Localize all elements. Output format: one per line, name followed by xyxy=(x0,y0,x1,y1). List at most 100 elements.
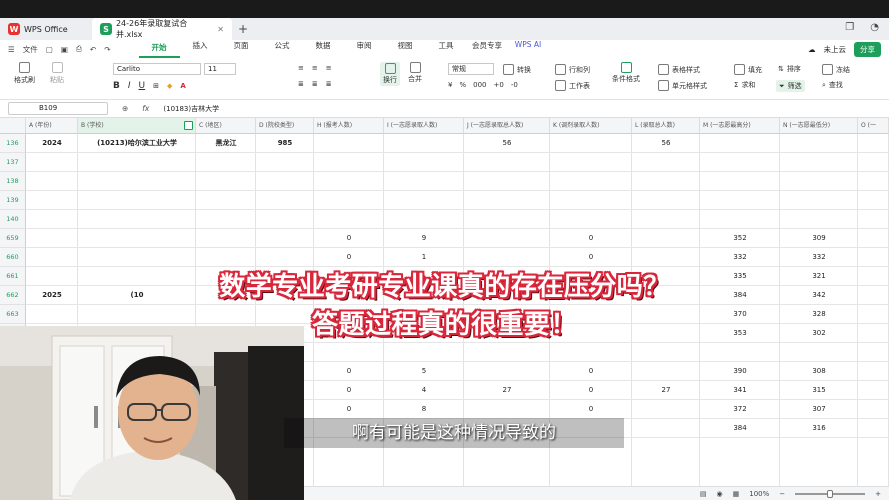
menu-file[interactable]: 文件 xyxy=(23,44,38,55)
table-cell[interactable]: 316 xyxy=(780,419,858,438)
print-icon[interactable]: ⎙ xyxy=(76,44,82,54)
zoom-icon[interactable]: ⊕ xyxy=(122,104,128,113)
table-cell[interactable] xyxy=(550,191,632,210)
table-cell[interactable] xyxy=(632,400,700,419)
table-cell[interactable]: 352 xyxy=(700,229,780,248)
table-cell[interactable] xyxy=(464,362,550,381)
open-icon[interactable]: ▢ xyxy=(46,45,53,54)
table-cell[interactable] xyxy=(314,210,384,229)
table-cell[interactable] xyxy=(464,248,550,267)
fill-color-icon[interactable]: ◆ xyxy=(167,82,172,90)
table-cell[interactable] xyxy=(78,172,196,191)
table-cell[interactable]: 332 xyxy=(780,248,858,267)
name-box[interactable]: B109 xyxy=(8,102,108,115)
table-cell[interactable]: 0 xyxy=(314,229,384,248)
table-cell[interactable] xyxy=(196,153,256,172)
column-header[interactable]: I (一志愿录取人数) xyxy=(384,118,464,134)
font-color-icon[interactable]: A xyxy=(180,82,185,90)
table-cell[interactable] xyxy=(780,134,858,153)
row-header[interactable]: 137 xyxy=(0,153,26,172)
table-cell[interactable] xyxy=(26,248,78,267)
table-cell[interactable]: 0 xyxy=(314,362,384,381)
table-cell[interactable]: 985 xyxy=(256,134,314,153)
table-cell[interactable]: 0 xyxy=(550,362,632,381)
column-header[interactable]: N (一志愿最低分) xyxy=(780,118,858,134)
filter-button[interactable]: ⏷ 筛选 xyxy=(776,80,805,92)
table-cell[interactable] xyxy=(700,191,780,210)
table-cell[interactable] xyxy=(26,229,78,248)
table-cell[interactable]: 0 xyxy=(314,381,384,400)
table-cell[interactable]: 9 xyxy=(384,229,464,248)
table-cell[interactable]: 56 xyxy=(632,134,700,153)
tab-view[interactable]: 视图 xyxy=(385,40,426,58)
table-cell[interactable] xyxy=(384,191,464,210)
italic-icon[interactable]: I xyxy=(128,81,131,91)
row-header[interactable]: 660 xyxy=(0,248,26,267)
table-cell[interactable] xyxy=(700,210,780,229)
table-cell[interactable] xyxy=(314,343,384,362)
table-style-button[interactable]: 表格样式 xyxy=(658,64,700,75)
align-middle-icon[interactable]: ≡ xyxy=(312,64,318,72)
table-cell[interactable] xyxy=(26,172,78,191)
conditional-format-button[interactable]: 条件格式 xyxy=(612,62,640,84)
table-cell[interactable] xyxy=(314,191,384,210)
column-header[interactable]: A (年份) xyxy=(26,118,78,134)
thousands-icon[interactable]: 000 xyxy=(473,81,486,89)
table-cell[interactable]: 384 xyxy=(700,419,780,438)
table-cell[interactable]: 308 xyxy=(780,362,858,381)
view-eye-icon[interactable]: ◉ xyxy=(717,490,723,498)
table-cell[interactable]: 0 xyxy=(314,248,384,267)
table-cell[interactable] xyxy=(632,191,700,210)
select-all-corner[interactable] xyxy=(0,118,26,134)
table-cell[interactable]: 372 xyxy=(700,400,780,419)
table-cell[interactable]: 4 xyxy=(384,381,464,400)
table-cell[interactable] xyxy=(550,153,632,172)
align-top-icon[interactable]: ≡ xyxy=(298,64,304,72)
table-cell[interactable] xyxy=(550,343,632,362)
number-format-select[interactable]: 常规 xyxy=(448,63,494,75)
worksheet-button[interactable]: 工作表 xyxy=(555,80,590,91)
table-cell[interactable]: 341 xyxy=(700,381,780,400)
row-header[interactable]: 659 xyxy=(0,229,26,248)
table-cell[interactable] xyxy=(632,362,700,381)
table-cell[interactable]: 黑龙江 xyxy=(196,134,256,153)
table-cell[interactable] xyxy=(632,343,700,362)
table-cell[interactable] xyxy=(780,172,858,191)
table-cell[interactable] xyxy=(464,229,550,248)
table-cell[interactable]: 0 xyxy=(550,381,632,400)
new-tab-icon[interactable]: + xyxy=(238,22,248,36)
freeze-button[interactable]: 冻结 xyxy=(822,64,850,75)
sort-button[interactable]: ⇅ 排序 xyxy=(778,64,801,74)
row-header[interactable]: 136 xyxy=(0,134,26,153)
table-cell[interactable] xyxy=(384,134,464,153)
share-button[interactable]: 分享 xyxy=(854,42,881,57)
table-cell[interactable]: 332 xyxy=(700,248,780,267)
table-cell[interactable]: 390 xyxy=(700,362,780,381)
wrap-text-button[interactable]: 换行 xyxy=(380,62,400,86)
zoom-out-icon[interactable]: − xyxy=(779,490,785,498)
table-cell[interactable]: 5 xyxy=(384,362,464,381)
restore-icon[interactable]: ❐ xyxy=(845,22,854,33)
table-cell[interactable]: 1 xyxy=(384,248,464,267)
table-cell[interactable] xyxy=(314,134,384,153)
close-icon[interactable]: ✕ xyxy=(217,25,224,34)
table-cell[interactable] xyxy=(550,210,632,229)
table-cell[interactable] xyxy=(780,153,858,172)
column-header[interactable]: J (一志愿录取总人数) xyxy=(464,118,550,134)
column-header[interactable]: M (一志愿最高分) xyxy=(700,118,780,134)
format-painter-button[interactable]: 格式刷 xyxy=(14,62,35,85)
zoom-slider[interactable] xyxy=(795,489,866,498)
cell-style-button[interactable]: 单元格样式 xyxy=(658,80,707,91)
table-cell[interactable]: 0 xyxy=(314,400,384,419)
tab-review[interactable]: 审阅 xyxy=(344,40,385,58)
fill-button[interactable]: 填充 xyxy=(734,64,762,75)
table-cell[interactable] xyxy=(196,248,256,267)
font-size-select[interactable]: 11 xyxy=(204,63,236,75)
tab-insert[interactable]: 插入 xyxy=(180,40,221,58)
table-cell[interactable] xyxy=(196,172,256,191)
align-left-icon[interactable]: ≣ xyxy=(298,80,304,88)
table-cell[interactable] xyxy=(700,172,780,191)
table-cell[interactable] xyxy=(384,153,464,172)
zoom-in-icon[interactable]: + xyxy=(875,490,881,498)
sum-button[interactable]: Σ 求和 xyxy=(734,80,755,90)
